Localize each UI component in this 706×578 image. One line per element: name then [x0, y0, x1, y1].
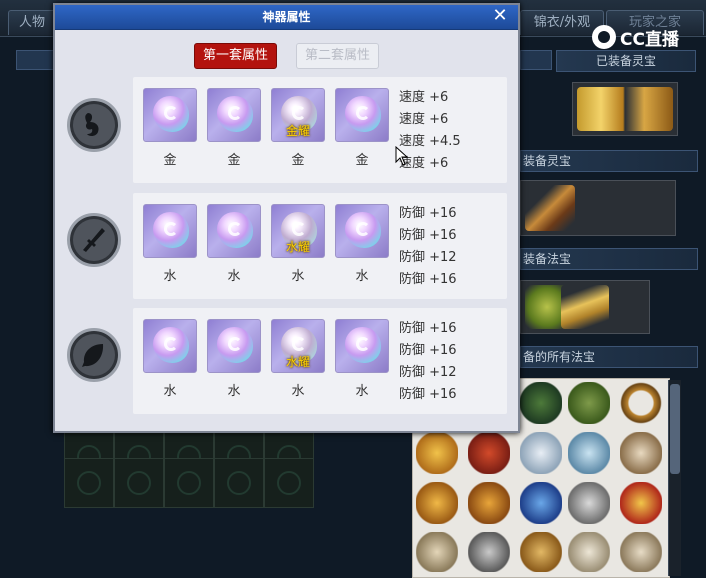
cloud-icon[interactable]: [520, 432, 562, 474]
inventory-scrollbar[interactable]: [668, 380, 681, 576]
gem-slot[interactable]: [335, 319, 389, 373]
gem-element-label: 金: [227, 153, 241, 168]
artifact-row-3: 水耀 水 水 水 水 防御 +16 防御 +16 防御 +12 防御 +16: [133, 308, 507, 414]
stat-line: 防御 +16: [399, 343, 457, 358]
stat-line: 防御 +16: [399, 228, 457, 243]
dagger-icon[interactable]: [67, 213, 121, 267]
fabao-slot[interactable]: [520, 280, 650, 334]
first-set-button[interactable]: 第一套属性: [194, 43, 278, 69]
mask-icon[interactable]: [620, 482, 662, 524]
artifact-attributes-dialog: 神器属性 ✕ 第一套属性 第二套属性 金耀 金 金 金 金 速度 +6 速度 +…: [53, 3, 520, 433]
gem-element-label: 水: [163, 384, 177, 399]
gem-slot[interactable]: 水耀: [271, 204, 325, 258]
gem-element-label: 水: [163, 269, 177, 284]
gem-slot[interactable]: 水耀: [271, 319, 325, 373]
dragon-icon[interactable]: [468, 432, 510, 474]
statue-icon[interactable]: [620, 532, 662, 572]
beads-icon: [577, 87, 673, 131]
gem-slot[interactable]: [207, 204, 261, 258]
bell-icon[interactable]: [468, 482, 510, 524]
gourd-icon[interactable]: [620, 432, 662, 474]
gem-element-label: 水: [227, 269, 241, 284]
gem-slot[interactable]: [143, 204, 197, 258]
fabao-panel-title: 装备法宝: [520, 248, 698, 270]
bell-icon[interactable]: [416, 482, 458, 524]
gem-slot[interactable]: [207, 88, 261, 142]
cc-logo-icon: [592, 25, 616, 49]
figure-icon[interactable]: [416, 532, 458, 572]
lingbao-slot[interactable]: [520, 180, 676, 236]
dialog-title: 神器属性: [55, 5, 518, 30]
gem-element-label: 金: [355, 153, 369, 168]
all-fabao-panel-title: 备的所有法宝: [520, 346, 698, 368]
scroll-icon: [561, 285, 609, 329]
stat-line: 速度 +6: [399, 112, 449, 127]
gem-slot[interactable]: 金耀: [271, 88, 325, 142]
gem-element-label: 水: [355, 384, 369, 399]
gem-element-label: 水: [291, 384, 305, 399]
sword-icon: [525, 185, 575, 231]
fan-icon[interactable]: [568, 382, 610, 424]
gem-element-label: 水: [355, 269, 369, 284]
gem-slot[interactable]: [143, 88, 197, 142]
mouse-cursor-icon: [395, 146, 409, 166]
gem-slot[interactable]: [207, 319, 261, 373]
gem-slot[interactable]: [143, 319, 197, 373]
stat-line: 防御 +16: [399, 206, 457, 221]
equipped-treasure-slot[interactable]: [572, 82, 678, 136]
doll-icon[interactable]: [568, 532, 610, 572]
orb-icon[interactable]: [520, 482, 562, 524]
mid-header-strip: [520, 50, 552, 70]
cc-live-watermark: CC直播: [592, 24, 679, 50]
equipped-treasure-header: 已装备灵宝: [556, 50, 696, 72]
stat-line: 速度 +6: [399, 90, 449, 105]
gem-element-label: 水: [227, 384, 241, 399]
gem-element-label: 金: [163, 153, 177, 168]
crystal-icon[interactable]: [568, 432, 610, 474]
gem-slot[interactable]: [335, 88, 389, 142]
lingbao-panel-title: 装备灵宝: [520, 150, 698, 172]
gem-slot[interactable]: [335, 204, 389, 258]
stat-line: 防御 +12: [399, 365, 457, 380]
stat-line: 防御 +12: [399, 250, 457, 265]
close-icon[interactable]: ✕: [490, 6, 510, 26]
box-icon[interactable]: [468, 532, 510, 572]
stat-line: 防御 +16: [399, 321, 457, 336]
tab-character[interactable]: 人物: [8, 10, 56, 35]
stat-line: 防御 +16: [399, 387, 457, 402]
book-icon[interactable]: [520, 532, 562, 572]
ring-icon[interactable]: [416, 432, 458, 474]
scroll-thumb[interactable]: [670, 384, 680, 474]
pouch-icon[interactable]: [520, 382, 562, 424]
feather-icon[interactable]: [67, 98, 121, 152]
stat-line: 防御 +16: [399, 272, 457, 287]
necklace-icon[interactable]: [620, 382, 662, 424]
leaf-icon[interactable]: [67, 328, 121, 382]
arrows-icon[interactable]: [568, 482, 610, 524]
left-header-strip: [16, 50, 54, 70]
gem-element-label: 水: [291, 269, 305, 284]
second-set-button[interactable]: 第二套属性: [296, 43, 380, 69]
artifact-row-1: 金耀 金 金 金 金 速度 +6 速度 +6 速度 +4.5 速度 +6: [133, 77, 507, 183]
artifact-row-2: 水耀 水 水 水 水 防御 +16 防御 +16 防御 +12 防御 +16: [133, 193, 507, 299]
gem-element-label: 金: [291, 153, 305, 168]
